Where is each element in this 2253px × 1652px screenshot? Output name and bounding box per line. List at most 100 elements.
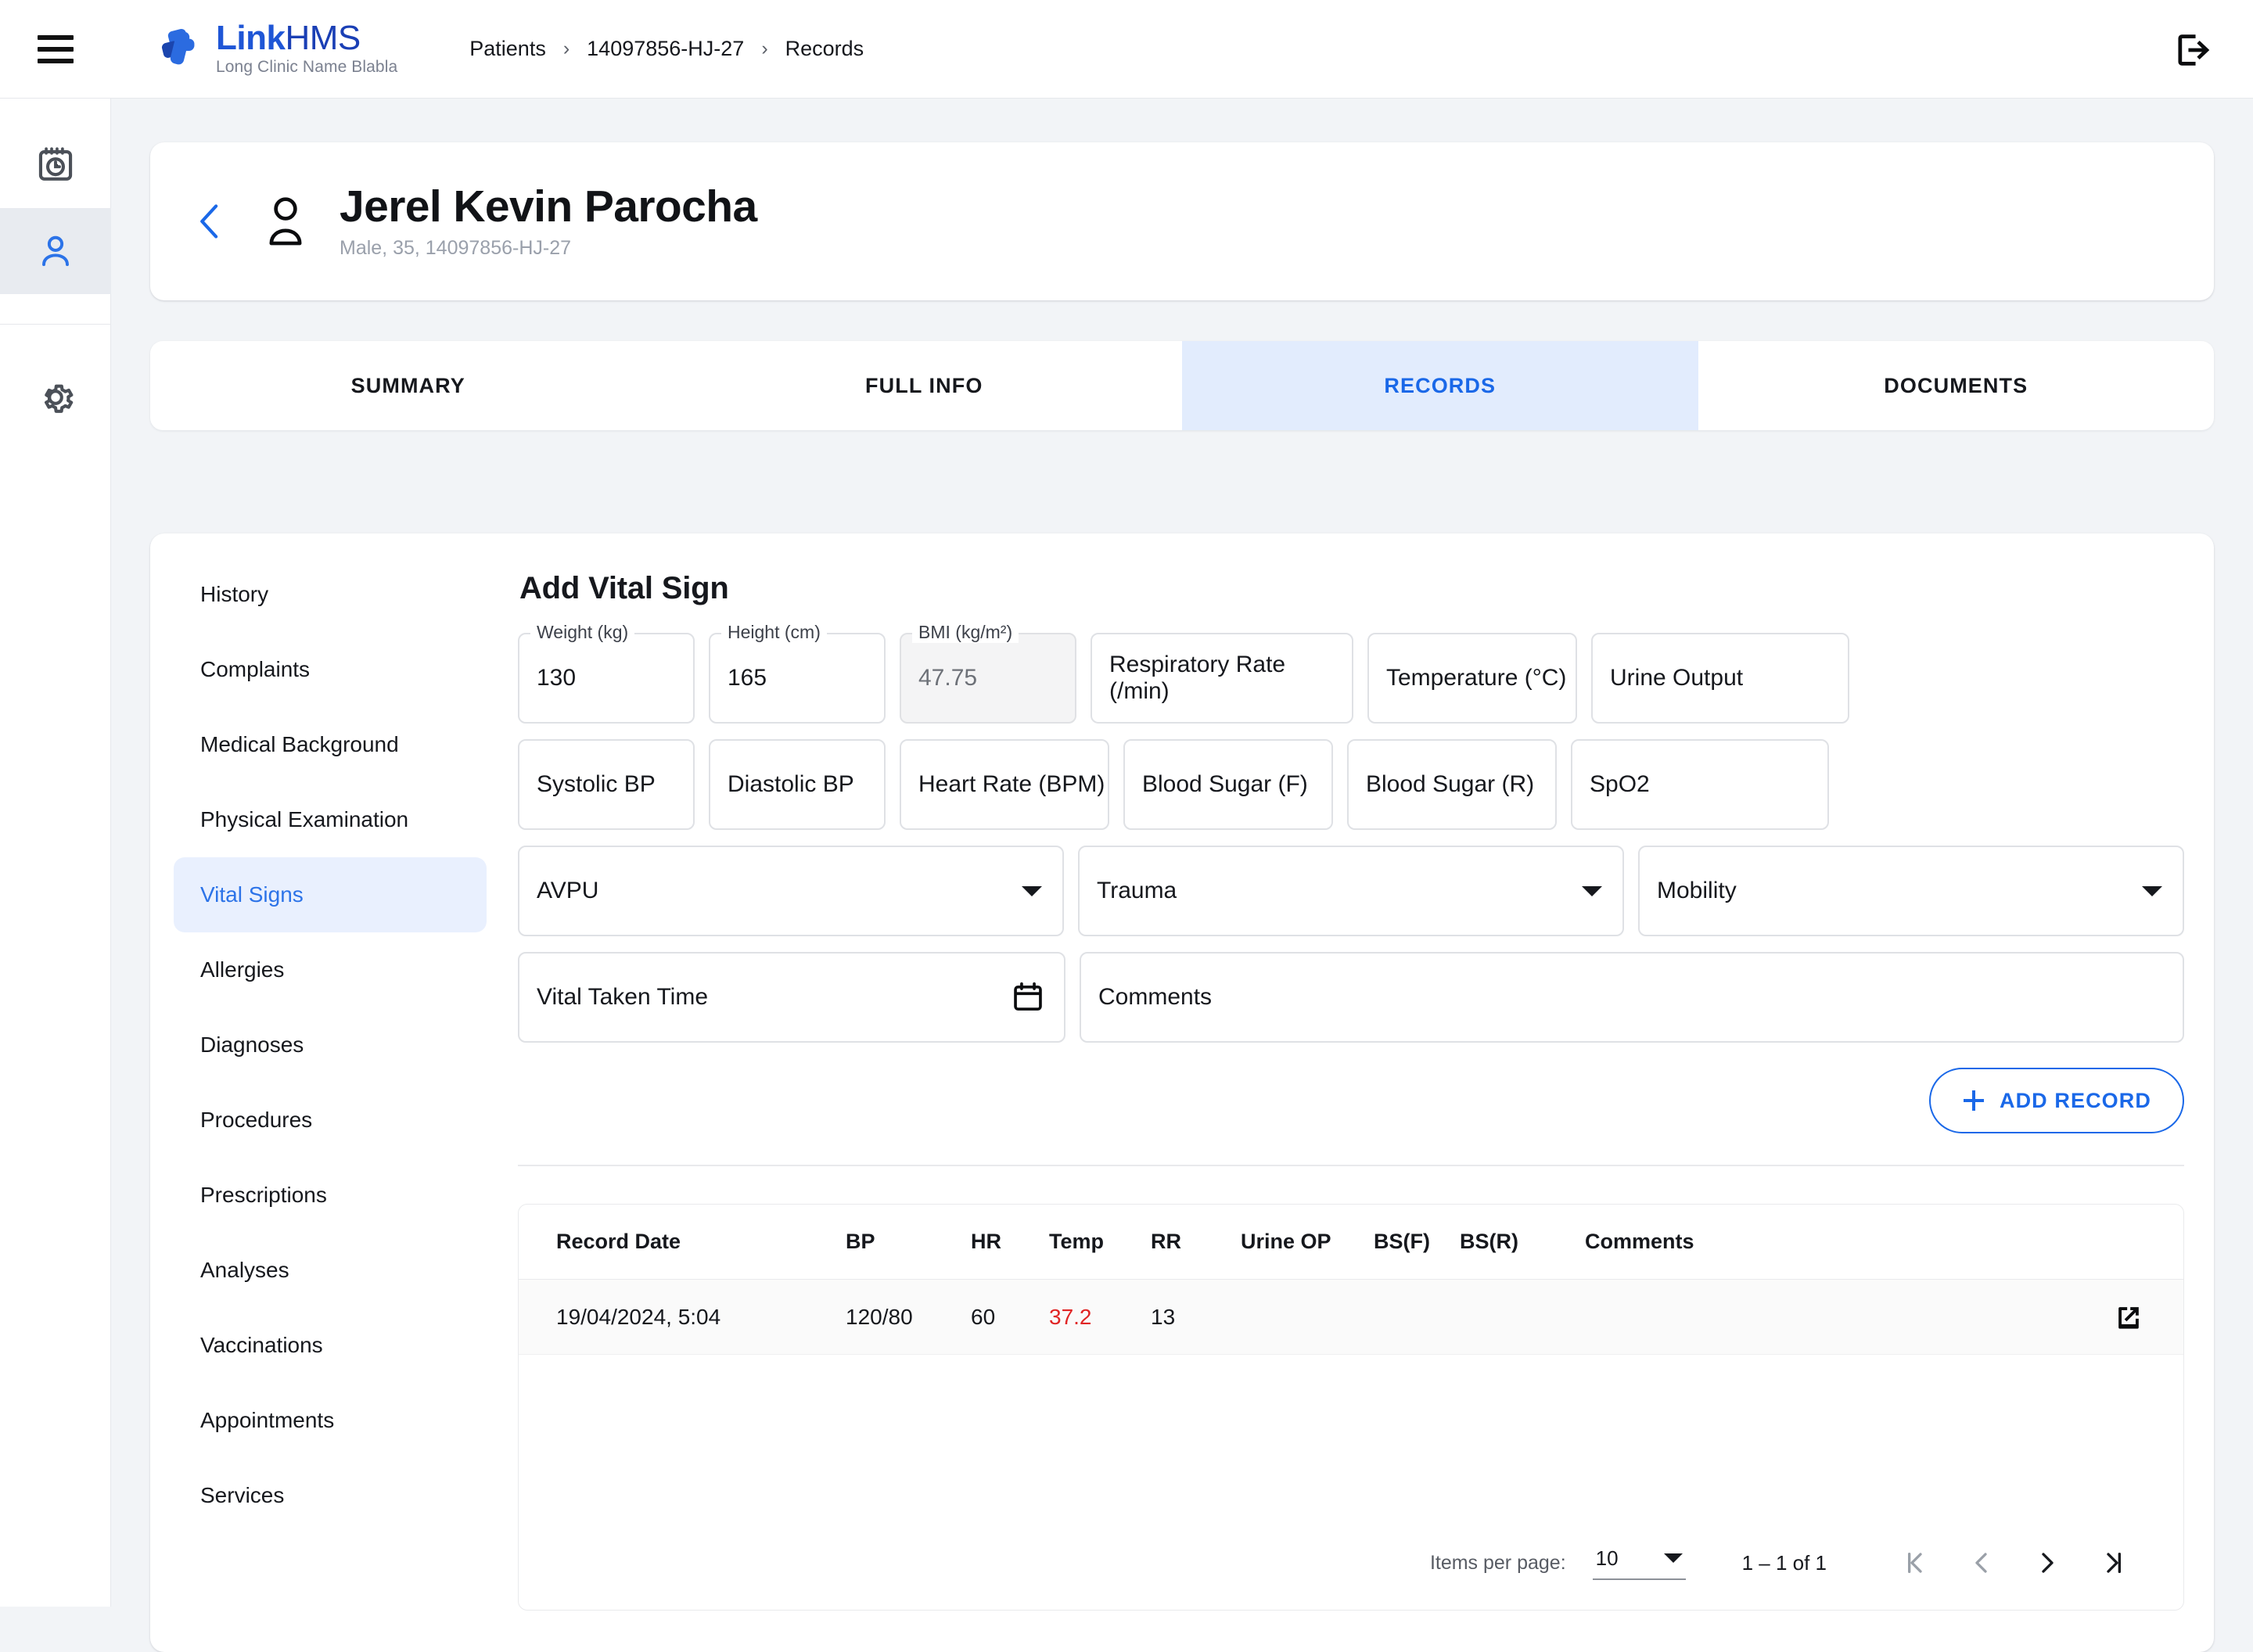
- sidebar-item-history[interactable]: History: [174, 557, 487, 632]
- chevron-right-icon: ›: [761, 38, 768, 59]
- height-field[interactable]: Height (cm) 165: [709, 622, 886, 724]
- items-per-page-value: 10: [1595, 1546, 1619, 1570]
- comments-field[interactable]: Comments: [1080, 952, 2184, 1043]
- sidebar-item-procedures[interactable]: Procedures: [174, 1083, 487, 1158]
- add-record-button[interactable]: ADD RECORD: [1928, 1068, 2184, 1133]
- avpu-select[interactable]: AVPU: [518, 846, 1064, 936]
- spo2-field[interactable]: SpO2: [1571, 739, 1829, 830]
- sidebar-item-analyses[interactable]: Analyses: [174, 1233, 487, 1308]
- trauma-select[interactable]: Trauma: [1078, 846, 1624, 936]
- chevron-down-icon: [1663, 1553, 1683, 1563]
- add-record-label: ADD RECORD: [1999, 1088, 2151, 1112]
- mobility-select[interactable]: Mobility: [1638, 846, 2184, 936]
- chevron-down-icon: [1582, 886, 1602, 896]
- open-in-new-icon[interactable]: [2111, 1300, 2146, 1334]
- temperature-placeholder: Temperature (°C): [1386, 665, 1567, 691]
- rail-item-schedule[interactable]: [0, 122, 111, 208]
- sidebar-item-medical-background[interactable]: Medical Background: [174, 707, 487, 782]
- breadcrumb: Patients › 14097856-HJ-27 › Records: [469, 37, 864, 61]
- first-page-icon: [1908, 1553, 1922, 1573]
- tab-full-info[interactable]: FULL INFO: [667, 341, 1183, 430]
- urine-output-placeholder: Urine Output: [1610, 665, 1744, 691]
- next-page-button[interactable]: [2014, 1530, 2080, 1596]
- weight-field[interactable]: Weight (kg) 130: [518, 622, 695, 724]
- previous-page-button[interactable]: [1949, 1530, 2014, 1596]
- next-page-icon: [2042, 1553, 2054, 1573]
- add-vital-sign-form: Add Vital Sign Weight (kg) 130 Height (c…: [518, 554, 2184, 1611]
- last-page-button[interactable]: [2080, 1530, 2146, 1596]
- sidebar-item-services[interactable]: Services: [174, 1458, 487, 1533]
- cell-hr: 60: [971, 1304, 996, 1329]
- form-row-3: AVPU Trauma Mobility: [518, 846, 2184, 936]
- height-value: 165: [728, 665, 767, 691]
- link-hms-logo-icon: [161, 28, 195, 64]
- sidebar-item-appointments[interactable]: Appointments: [174, 1383, 487, 1458]
- sidebar-item-allergies[interactable]: Allergies: [174, 932, 487, 1007]
- column-header-bs-r: BS(R): [1460, 1230, 1518, 1253]
- records-content-card: History Complaints Medical Background Ph…: [150, 533, 2214, 1652]
- patient-meta: Jerel Kevin Parocha Male, 35, 14097856-H…: [340, 182, 757, 260]
- blood-sugar-r-placeholder: Blood Sugar (R): [1366, 771, 1535, 797]
- weight-value: 130: [537, 665, 577, 691]
- sidebar-item-prescriptions[interactable]: Prescriptions: [174, 1158, 487, 1233]
- patient-subtitle: Male, 35, 14097856-HJ-27: [340, 237, 572, 260]
- page-body: Jerel Kevin Parocha Male, 35, 14097856-H…: [111, 99, 2253, 1652]
- systolic-bp-field[interactable]: Systolic BP: [518, 739, 695, 830]
- bmi-field: BMI (kg/m²) 47.75: [900, 622, 1076, 724]
- calendar-icon[interactable]: [1011, 980, 1045, 1015]
- last-page-icon: [2107, 1553, 2121, 1573]
- tab-summary[interactable]: SUMMARY: [150, 341, 667, 430]
- pagination-range-label: 1 – 1 of 1: [1741, 1550, 1827, 1575]
- cell-bp: 120/80: [846, 1304, 913, 1329]
- form-actions: ADD RECORD: [518, 1068, 2184, 1133]
- comments-placeholder: Comments: [1098, 984, 1213, 1010]
- chevron-left-icon[interactable]: [194, 201, 225, 242]
- form-row-4: Vital Taken Time Comments: [518, 952, 2184, 1043]
- breadcrumb-item-records[interactable]: Records: [785, 37, 864, 61]
- rail-item-settings[interactable]: [0, 354, 111, 440]
- tab-documents[interactable]: DOCUMENTS: [1698, 341, 2215, 430]
- brand-text: LinkHMS Long Clinic Name Blabla: [216, 18, 397, 77]
- sidebar-item-complaints[interactable]: Complaints: [174, 632, 487, 707]
- sidebar-item-physical-examination[interactable]: Physical Examination: [174, 782, 487, 857]
- hamburger-icon[interactable]: [38, 34, 74, 63]
- person-icon: [42, 235, 69, 267]
- breadcrumb-item-patient-id[interactable]: 14097856-HJ-27: [587, 37, 744, 61]
- diastolic-bp-field[interactable]: Diastolic BP: [709, 739, 886, 830]
- rail-divider: [0, 324, 111, 325]
- items-per-page-select[interactable]: 10: [1592, 1546, 1686, 1580]
- sidebar-item-diagnoses[interactable]: Diagnoses: [174, 1007, 487, 1083]
- first-page-button[interactable]: [1883, 1530, 1949, 1596]
- chevron-right-icon: ›: [562, 38, 570, 59]
- systolic-bp-placeholder: Systolic BP: [537, 771, 656, 797]
- icon-rail: [0, 99, 111, 1607]
- heart-rate-placeholder: Heart Rate (BPM): [918, 771, 1105, 797]
- heart-rate-field[interactable]: Heart Rate (BPM): [900, 739, 1109, 830]
- rail-item-patients[interactable]: [0, 208, 111, 294]
- cell-record-date: 19/04/2024, 5:04: [556, 1304, 721, 1329]
- column-header-record-date: Record Date: [556, 1230, 681, 1253]
- top-app-bar: LinkHMS Long Clinic Name Blabla Patients…: [0, 0, 2253, 99]
- cell-rr: 13: [1151, 1304, 1176, 1329]
- brand-title-part2: HMS: [285, 18, 361, 57]
- breadcrumb-item-patients[interactable]: Patients: [469, 37, 546, 61]
- bmi-value: 47.75: [918, 665, 978, 691]
- blood-sugar-r-field[interactable]: Blood Sugar (R): [1347, 739, 1557, 830]
- blood-sugar-f-field[interactable]: Blood Sugar (F): [1123, 739, 1333, 830]
- brand-logo-group[interactable]: LinkHMS Long Clinic Name Blabla: [156, 18, 397, 77]
- tab-records[interactable]: RECORDS: [1182, 341, 1698, 430]
- plus-icon: [1962, 1089, 1985, 1112]
- column-header-bp: BP: [846, 1230, 875, 1253]
- logout-icon[interactable]: [2172, 30, 2212, 70]
- weight-label: Weight (kg): [530, 622, 635, 643]
- brand-title-part1: Link: [216, 18, 286, 57]
- table-row[interactable]: 19/04/2024, 5:04 120/80 60 37.2 13: [519, 1280, 2183, 1355]
- urine-output-field[interactable]: Urine Output: [1591, 633, 1849, 724]
- sidebar-item-vaccinations[interactable]: Vaccinations: [174, 1308, 487, 1383]
- temperature-field[interactable]: Temperature (°C): [1367, 633, 1577, 724]
- section-divider: [518, 1165, 2184, 1166]
- patient-tabs: SUMMARY FULL INFO RECORDS DOCUMENTS: [150, 341, 2214, 430]
- sidebar-item-vital-signs[interactable]: Vital Signs: [174, 857, 487, 932]
- vital-taken-time-field[interactable]: Vital Taken Time: [518, 952, 1065, 1043]
- respiratory-rate-field[interactable]: Respiratory Rate (/min): [1091, 633, 1353, 724]
